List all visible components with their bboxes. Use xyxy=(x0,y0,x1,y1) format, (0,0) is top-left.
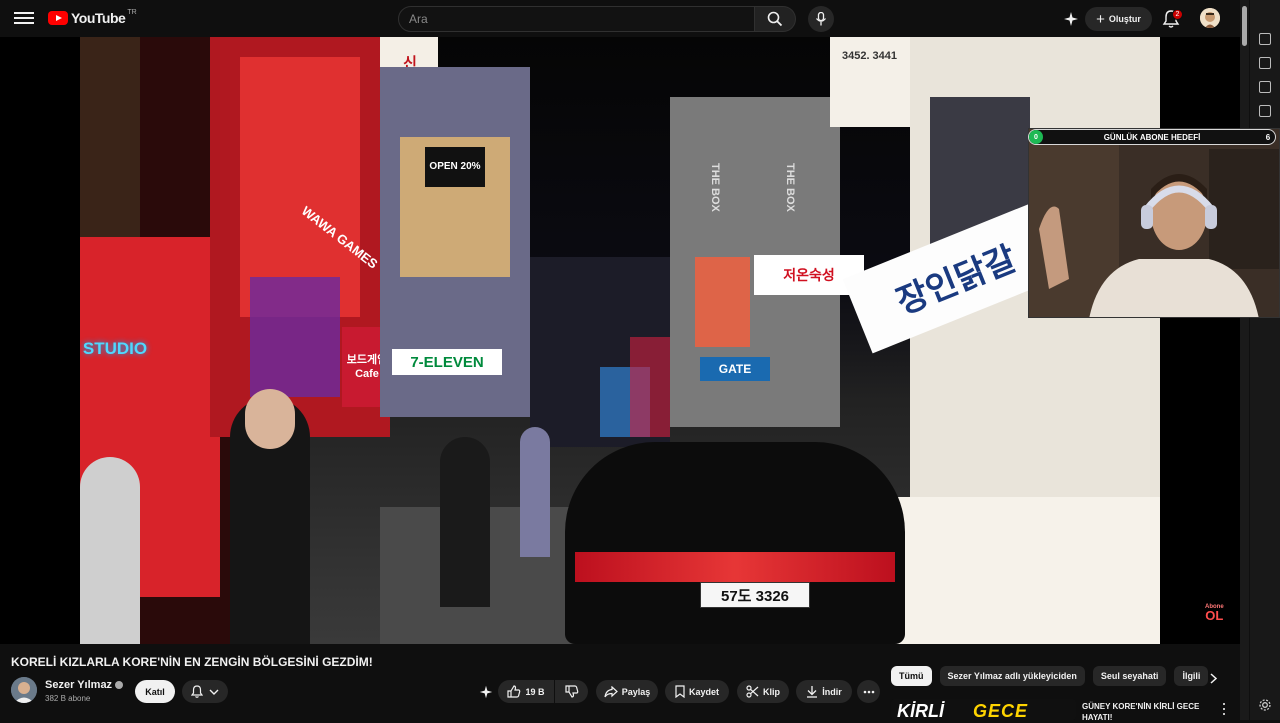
page-scrollbar[interactable] xyxy=(1240,0,1249,720)
create-label: Oluştur xyxy=(1108,14,1141,24)
microphone-icon xyxy=(815,12,827,26)
streamer-webcam xyxy=(1028,128,1280,318)
youtube-logo[interactable]: YouTube TR xyxy=(48,8,137,26)
the-box-sign-left: THE BOX xyxy=(709,162,721,212)
thumbs-up-icon xyxy=(507,685,521,698)
channel-avatar[interactable] xyxy=(11,677,37,703)
subscriber-count: 382 B abone xyxy=(45,694,91,703)
thumbnail-text-white: KİRLİ xyxy=(897,701,944,720)
side-panel-icon[interactable] xyxy=(1259,33,1271,45)
menu-icon[interactable] xyxy=(14,9,34,27)
chips-next-button[interactable] xyxy=(1203,668,1223,688)
dislike-button[interactable] xyxy=(555,680,588,703)
logo-country-code: TR xyxy=(127,8,137,16)
search-icon xyxy=(767,11,783,27)
side-panel-icon[interactable] xyxy=(1259,105,1271,117)
search-button[interactable] xyxy=(755,6,796,32)
download-button[interactable]: İndir xyxy=(796,680,852,703)
create-button[interactable]: + Oluştur xyxy=(1085,7,1152,31)
like-button[interactable]: 19 B xyxy=(498,680,554,703)
video-frame: STUDIO WAWA GAMES 보드게임 Cafe 신부자식당 OPEN 2… xyxy=(80,37,1160,644)
share-label: Paylaş xyxy=(621,686,651,697)
recommendation-chips: Tümü Sezer Yılmaz adlı yükleyiciden Seul… xyxy=(891,666,1209,686)
chip-all[interactable]: Tümü xyxy=(891,666,932,686)
user-avatar[interactable] xyxy=(1200,8,1220,28)
channel-name[interactable]: Sezer Yılmaz xyxy=(45,679,124,691)
license-plate: 57도 3326 xyxy=(700,582,810,608)
scrollbar-thumb[interactable] xyxy=(1242,6,1247,46)
video-title: KORELİ KIZLARLA KORE'NİN EN ZENGİN BÖLGE… xyxy=(11,655,373,669)
subscribe-watermark: Abone OL xyxy=(1205,604,1224,622)
gate-sign: GATE xyxy=(700,357,770,381)
voice-search-button[interactable] xyxy=(808,6,834,32)
share-icon xyxy=(604,685,618,697)
sparkle-icon[interactable] xyxy=(1062,10,1080,28)
thumbnail-text-yellow: GECE xyxy=(973,701,1029,720)
subscription-bell-button[interactable] xyxy=(182,680,228,703)
notification-badge: 2 xyxy=(1172,9,1183,20)
youtube-play-icon xyxy=(48,11,68,25)
chevron-down-icon xyxy=(209,689,219,695)
scissors-icon xyxy=(746,685,759,698)
save-button[interactable]: Kaydet xyxy=(665,680,729,703)
gear-icon[interactable] xyxy=(1258,698,1272,712)
plus-icon: + xyxy=(1096,10,1105,28)
search-placeholder: Ara xyxy=(409,12,428,26)
download-icon xyxy=(807,686,818,698)
thumbs-down-icon xyxy=(564,685,578,698)
subscribe-watermark-line2: OL xyxy=(1205,608,1224,623)
recommended-video-menu-icon[interactable] xyxy=(1219,702,1229,716)
side-panel-icon[interactable] xyxy=(1259,57,1271,69)
chip-from-uploader[interactable]: Sezer Yılmaz adlı yükleyiciden xyxy=(939,666,1085,686)
subscriber-goal-bar: 0 GÜNLÜK ABONE HEDEFİ 6 xyxy=(1028,129,1276,145)
studio-sign: STUDIO xyxy=(82,339,148,358)
open-sign: OPEN 20% xyxy=(425,147,485,187)
goal-label: GÜNLÜK ABONE HEDEFİ xyxy=(1103,132,1201,142)
download-label: İndir xyxy=(822,686,842,697)
recommended-video-thumbnail[interactable]: KİRLİ GECE xyxy=(891,699,1076,720)
channel-name-text: Sezer Yılmaz xyxy=(45,679,113,691)
share-button[interactable]: Paylaş xyxy=(596,680,658,703)
ask-sparkle-icon[interactable] xyxy=(478,684,496,702)
the-box-sign-right: THE BOX xyxy=(784,162,796,212)
more-horizontal-icon xyxy=(863,690,874,693)
clip-button[interactable]: Klip xyxy=(737,680,789,703)
clip-label: Klip xyxy=(763,686,780,697)
seven-eleven-sign: 7-ELEVEN xyxy=(392,349,502,375)
bell-icon xyxy=(191,685,203,698)
goal-target-count: 6 xyxy=(1265,132,1271,142)
more-actions-button[interactable] xyxy=(857,680,880,703)
save-label: Kaydet xyxy=(688,686,719,697)
search-input[interactable]: Ara xyxy=(398,6,755,32)
chevron-right-icon xyxy=(1209,672,1217,684)
bookmark-icon xyxy=(675,685,685,698)
verified-icon xyxy=(115,681,124,689)
goal-current-count: 0 xyxy=(1029,130,1043,144)
side-panel-icon[interactable] xyxy=(1259,81,1271,93)
phone-number-sign: 3452. 3441 xyxy=(841,50,898,62)
chip-seoul-travel[interactable]: Seul seyahati xyxy=(1092,666,1167,686)
join-button[interactable]: Katıl xyxy=(135,680,175,703)
logo-text: YouTube xyxy=(71,10,126,26)
like-count: 19 B xyxy=(525,686,545,697)
